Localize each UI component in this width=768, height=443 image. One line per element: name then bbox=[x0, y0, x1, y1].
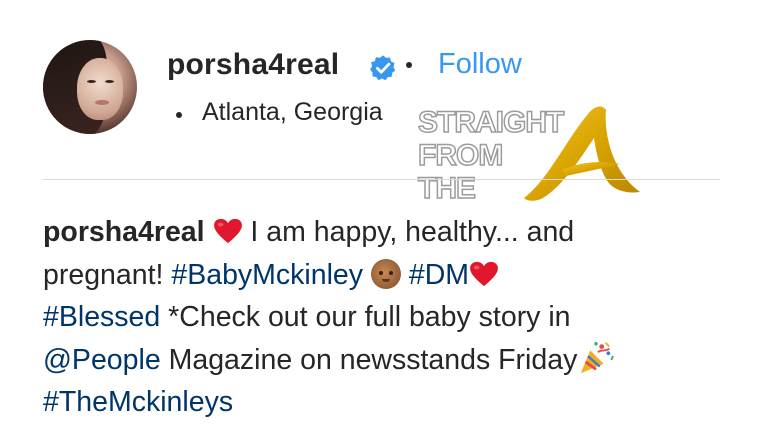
caption-text-4: Magazine on newsstands Friday bbox=[160, 343, 578, 376]
caption-line-2: pregnant! #BabyMckinley #DM bbox=[43, 254, 743, 297]
caption-text-3: *Check out our full baby story in bbox=[160, 301, 571, 333]
header-username[interactable]: porsha4real bbox=[167, 48, 339, 82]
caption-line-3: #Blessed *Check out our full baby story … bbox=[43, 296, 743, 339]
watermark-a-letter bbox=[524, 106, 640, 201]
baby-emoji-icon bbox=[370, 258, 401, 289]
verified-badge-icon bbox=[370, 55, 396, 81]
location-bullet bbox=[176, 112, 182, 118]
caption-line-1: porsha4real I am happy, healthy... and bbox=[43, 211, 743, 254]
mention-people[interactable]: @People bbox=[43, 344, 161, 376]
divider bbox=[43, 179, 720, 180]
caption-username[interactable]: porsha4real bbox=[43, 216, 205, 248]
avatar[interactable] bbox=[43, 40, 137, 134]
caption-text-1: I am happy, healthy... and bbox=[242, 216, 575, 248]
party-popper-emoji-icon bbox=[581, 341, 615, 373]
separator-dot bbox=[406, 62, 412, 68]
hashtag-themckinleys[interactable]: #TheMckinleys bbox=[43, 386, 233, 418]
hashtag-dm[interactable]: #DM bbox=[409, 259, 469, 291]
caption-line-5: #TheMckinleys bbox=[43, 381, 743, 424]
location-link[interactable]: Atlanta, Georgia bbox=[202, 98, 383, 127]
watermark-line-3: THE bbox=[417, 171, 477, 206]
hashtag-babymckinley[interactable]: #BabyMckinley bbox=[171, 259, 363, 291]
watermark-line-2: FROM bbox=[417, 138, 504, 173]
post-caption: porsha4real I am happy, healthy... and p… bbox=[43, 211, 743, 424]
hashtag-blessed[interactable]: #Blessed bbox=[43, 301, 160, 333]
follow-button[interactable]: Follow bbox=[438, 48, 522, 81]
heart-emoji-icon bbox=[470, 261, 498, 286]
heart-emoji-icon bbox=[213, 218, 242, 244]
caption-text-2: pregnant! bbox=[43, 258, 172, 291]
watermark-logo: STRAIGHT FROM THE bbox=[417, 105, 648, 206]
caption-line-4: @People Magazine on newsstands Friday bbox=[43, 339, 743, 382]
